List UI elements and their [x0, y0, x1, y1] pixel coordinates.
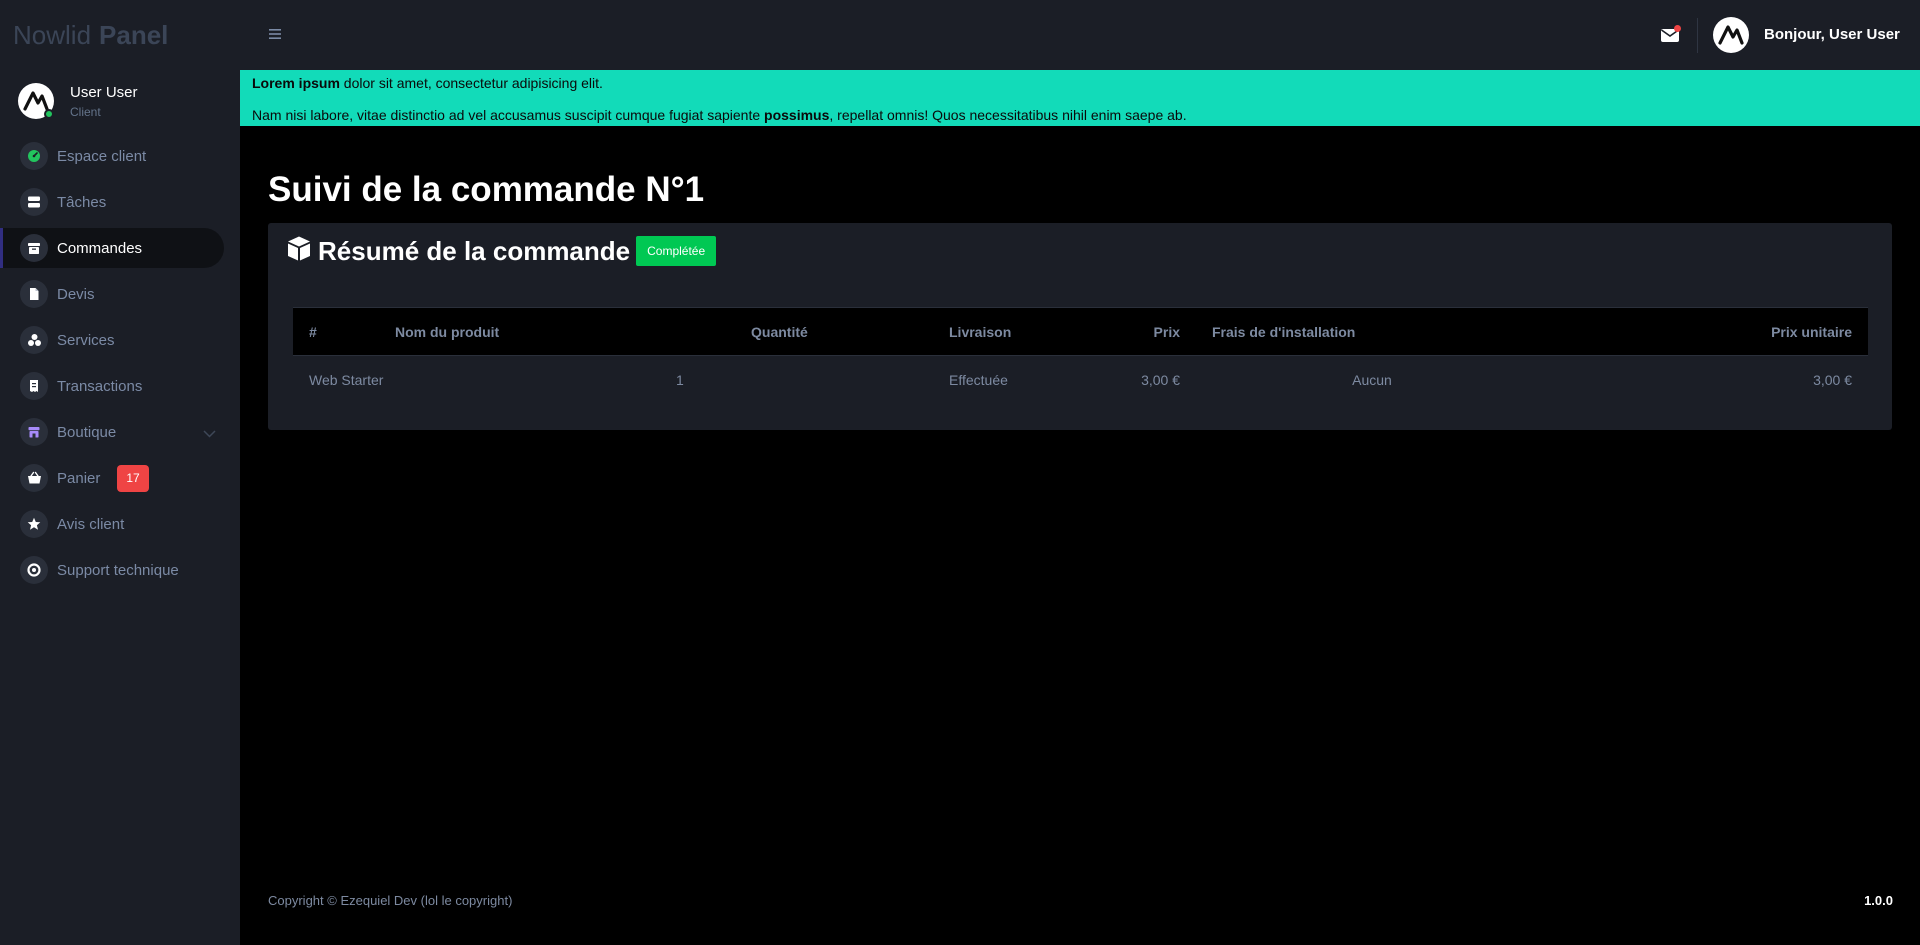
unit-price-cell: 3,00 € [1813, 371, 1852, 388]
online-indicator [44, 109, 54, 119]
delivery-cell: Effectuée [949, 371, 1008, 388]
banner-text: , repellat omnis! Quos necessitatibus ni… [829, 107, 1187, 123]
page-title: Suivi de la commande N°1 [268, 170, 705, 209]
price-cell: 3,00 € [1141, 371, 1180, 388]
order-table: # Nom du produit Quantité Livraison Prix… [293, 307, 1868, 404]
card-title: Résumé de la commande [318, 235, 631, 266]
user-name: User User [70, 83, 138, 101]
sidebar-item-boutique[interactable]: Boutique [0, 412, 224, 452]
sidebar-item-avis-client[interactable]: Avis client [0, 504, 224, 544]
gauge-icon [20, 142, 48, 170]
receipt-icon [20, 372, 48, 400]
sidebar-item-panier[interactable]: Panier 17 [0, 458, 224, 498]
product-name-cell: Web Starter [309, 371, 384, 388]
sidebar-item-transactions[interactable]: Transactions [0, 366, 224, 406]
sidebar-item-commandes[interactable]: Commandes [0, 228, 224, 268]
column-header-delivery: Livraison [933, 307, 1101, 356]
announcement-banner: Lorem ipsum dolor sit amet, consectetur … [240, 70, 1920, 126]
order-summary-card: Résumé de la commande Complétée # Nom du… [268, 223, 1892, 430]
sidebar-item-devis[interactable]: Devis [0, 274, 224, 314]
mail-icon[interactable] [1657, 22, 1683, 48]
brand-name: Nowlid [13, 19, 92, 50]
banner-text: Nam nisi labore, vitae distinctio ad vel… [252, 107, 765, 123]
banner-bold-text: possimus [764, 107, 830, 123]
sidebar-item-services[interactable]: Services [0, 320, 224, 360]
sidebar-item-label: Tâches [57, 193, 107, 211]
banner-text: dolor sit amet, consectetur adipisicing … [339, 75, 603, 91]
sidebar-item-label: Espace client [57, 147, 147, 165]
column-header-price: Prix [1101, 307, 1196, 356]
sidebar-item-espace-client[interactable]: Espace client [0, 136, 224, 176]
status-badge: Complétée [636, 236, 717, 266]
sidebar-item-label: Panier [57, 469, 101, 487]
card-header: Résumé de la commande Complétée [286, 235, 717, 267]
avatar[interactable] [1713, 17, 1749, 53]
column-header-id: # [293, 307, 379, 356]
version-label: 1.0.0 [1864, 893, 1893, 908]
divider [1697, 18, 1698, 53]
user-greeting[interactable]: Bonjour, User User [1764, 26, 1900, 43]
copyright-text: Copyright © Ezequiel Dev (lol le copyrig… [268, 893, 513, 908]
menu-toggle-icon[interactable] [267, 25, 283, 43]
cubes-icon [20, 326, 48, 354]
file-icon [20, 280, 48, 308]
column-header-unit-price: Prix unitaire [1548, 307, 1868, 356]
logo-icon [23, 91, 49, 111]
sidebar-item-label: Boutique [57, 423, 117, 441]
table-header-row: # Nom du produit Quantité Livraison Prix… [293, 307, 1868, 356]
sidebar-item-label: Transactions [57, 377, 143, 395]
user-role: Client [70, 104, 101, 119]
brand-name-bold: Panel [99, 19, 169, 50]
sidebar-item-support-technique[interactable]: Support technique [0, 550, 224, 590]
basket-icon [20, 464, 48, 492]
column-header-quantity: Quantité [735, 307, 933, 356]
store-icon [20, 418, 48, 446]
cube-icon [286, 235, 312, 267]
chevron-down-icon[interactable] [203, 425, 216, 443]
sidebar-item-label: Services [57, 331, 115, 349]
topbar: Bonjour, User User [240, 0, 1920, 70]
sidebar: Nowlid Panel User User Client Espace cli… [0, 0, 240, 945]
sidebar-item-label: Devis [57, 285, 95, 303]
banner-line-2: Nam nisi labore, vitae distinctio ad vel… [252, 107, 1908, 123]
quantity-cell: 1 [676, 356, 933, 404]
server-icon [20, 188, 48, 216]
avatar [18, 83, 54, 119]
setup-fee-cell: Aucun [1352, 371, 1392, 388]
column-header-setup-fee: Frais de d'installation [1196, 307, 1548, 356]
sidebar-item-taches[interactable]: Tâches [0, 182, 224, 222]
banner-bold-text: Lorem ipsum [252, 75, 340, 91]
column-header-product: Nom du produit [379, 307, 735, 356]
user-profile[interactable]: User User Client [0, 72, 240, 130]
sidebar-item-label: Avis client [57, 515, 125, 533]
quantity-value: 1 [676, 371, 684, 388]
logo-icon [1718, 25, 1744, 45]
cart-count-badge: 17 [117, 464, 149, 492]
sidebar-item-label: Support technique [57, 561, 179, 579]
brand-logo[interactable]: Nowlid Panel [0, 0, 240, 70]
banner-line-1: Lorem ipsum dolor sit amet, consectetur … [252, 75, 1908, 91]
sidebar-item-label: Commandes [57, 239, 143, 257]
notification-dot [1674, 25, 1681, 32]
sidebar-nav: Espace client Tâches Commandes Devis Ser… [0, 136, 240, 590]
table-row: Web Starter 1 Effectuée 3,00 € Aucun 3,0… [293, 356, 1868, 404]
box-icon [20, 234, 48, 262]
lifebuoy-icon [20, 556, 48, 584]
star-icon [20, 510, 48, 538]
